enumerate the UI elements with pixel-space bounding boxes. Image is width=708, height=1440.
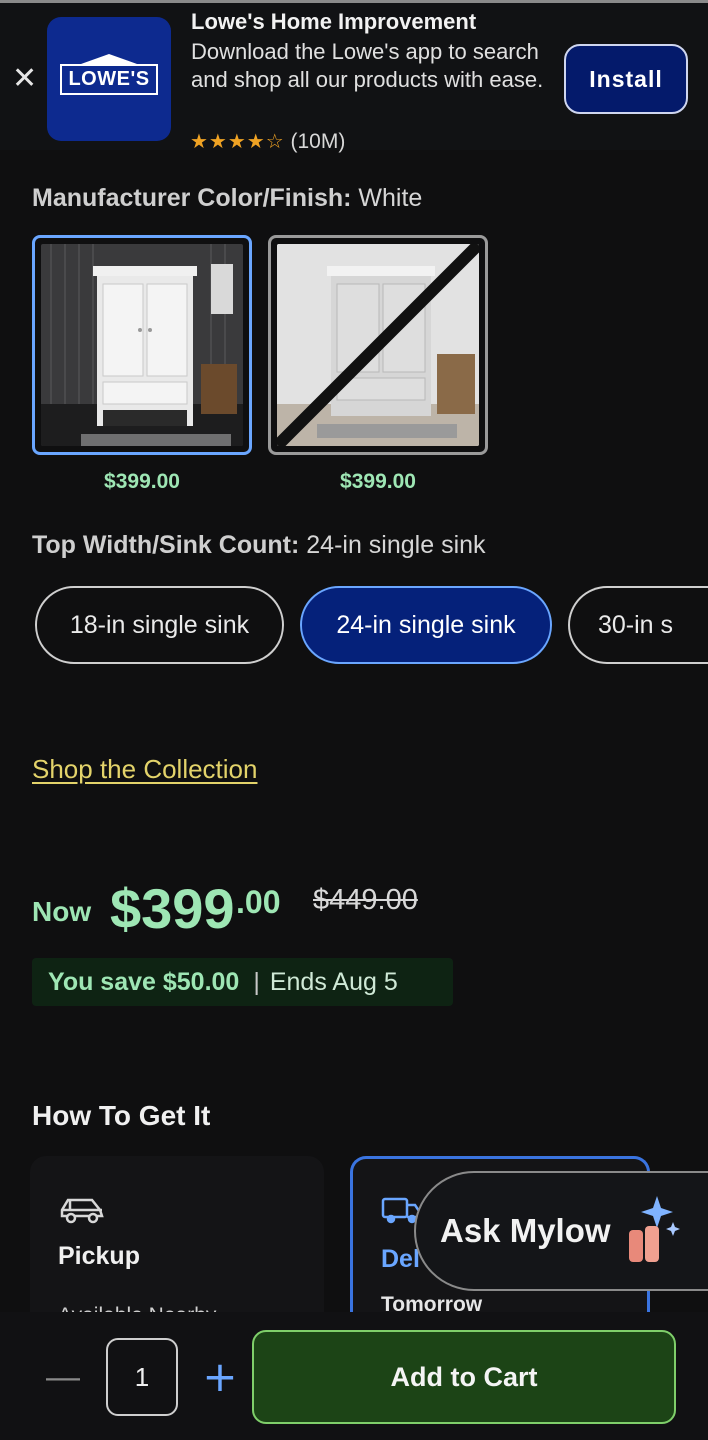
swatch-white-selected[interactable] — [32, 235, 252, 455]
add-to-cart-button[interactable]: Add to Cart — [252, 1330, 676, 1424]
savings-badge: You save $50.00 | Ends Aug 5 — [32, 958, 453, 1006]
shop-collection-link[interactable]: Shop the Collection — [32, 754, 257, 785]
car-icon — [58, 1194, 106, 1231]
pickup-title: Pickup — [58, 1242, 140, 1270]
mylow-sparkle-icon — [625, 1196, 681, 1274]
delivery-title: Del — [381, 1245, 420, 1273]
rating-count: (10M) — [290, 130, 346, 153]
app-rating: ★★★★☆ (10M) — [190, 129, 345, 154]
price-cents: .00 — [236, 884, 281, 920]
sink-count-label: Top Width/Sink Count: 24-in single sink — [32, 531, 486, 559]
ask-mylow-label: Ask Mylow — [440, 1212, 611, 1249]
sink-count-value: 24-in single sink — [306, 531, 486, 559]
app-description: Download the Lowe's app to search and sh… — [191, 39, 544, 92]
swatch-price: $399.00 — [340, 470, 416, 493]
sale-end-date: Ends Aug 5 — [269, 967, 398, 996]
sink-option-18in[interactable]: 18-in single sink — [35, 586, 284, 664]
close-banner-button[interactable]: ✕ — [12, 64, 37, 94]
ask-mylow-button[interactable]: Ask Mylow — [414, 1171, 708, 1291]
savings-amount: You save $50.00 — [48, 967, 240, 996]
decrease-quantity-button[interactable]: — — [46, 1356, 80, 1398]
original-price: $449.00 — [313, 884, 418, 916]
sink-option-24in[interactable]: 24-in single sink — [300, 586, 552, 664]
now-label: Now — [32, 896, 92, 927]
swatch-gray-unavailable[interactable] — [268, 235, 488, 455]
lowes-app-logo: LOWE'S — [47, 17, 171, 141]
savings-separator: | — [253, 967, 260, 996]
sink-option-30in[interactable]: 30-in s — [568, 586, 708, 664]
vanity-white-image — [41, 244, 243, 446]
app-install-banner: ✕ LOWE'S Lowe's Home Improvement Downloa… — [0, 0, 708, 153]
pickup-option-card[interactable]: Pickup Available Nearby — [30, 1156, 324, 1336]
swatch-price: $399.00 — [104, 470, 180, 493]
quantity-field[interactable]: 1 — [106, 1338, 178, 1416]
increase-quantity-button[interactable]: + — [200, 1353, 240, 1401]
how-to-get-it-title: How To Get It — [32, 1100, 211, 1131]
install-button[interactable]: Install — [564, 44, 688, 114]
lowes-logo-mark: LOWE'S — [60, 53, 158, 95]
color-finish-label: Manufacturer Color/Finish: White — [32, 184, 423, 212]
star-rating-icon: ★★★★☆ — [190, 129, 285, 153]
vanity-gray-image — [277, 244, 479, 446]
app-title: Lowe's Home Improvement — [191, 9, 477, 34]
price-dollars: $399 — [110, 877, 235, 940]
color-finish-value: White — [358, 184, 423, 212]
